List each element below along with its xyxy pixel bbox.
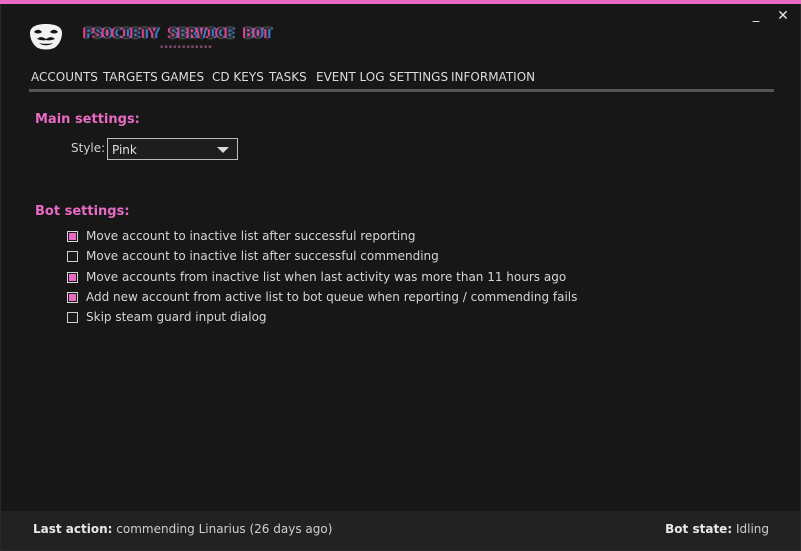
tab-settings[interactable]: SETTINGS [385, 69, 454, 92]
tab-targets[interactable]: TARGETS [103, 69, 158, 91]
tab-event-log[interactable]: EVENT LOG [316, 69, 385, 91]
tab-tasks[interactable]: TASKS [269, 69, 307, 91]
brand-title: FSOCIETY SERVICE BOT [84, 26, 273, 42]
checkbox[interactable] [67, 231, 78, 242]
option-label: Move accounts from inactive list when la… [86, 270, 567, 284]
tab-information[interactable]: INFORMATION [451, 69, 535, 91]
checkbox[interactable] [67, 292, 78, 303]
status-bar: Last action: commending Linarius (26 day… [1, 511, 800, 550]
bot-state-value: Idling [735, 522, 769, 536]
brand: FSOCIETY SERVICE BOT ▪▪▪▪▪▪▪▪▪▪▪▪ [84, 26, 273, 50]
option-label: Move account to inactive list after succ… [86, 229, 416, 243]
minimize-button[interactable]: _ [748, 9, 764, 23]
tab-accounts[interactable]: ACCOUNTS [31, 69, 98, 91]
style-select-value: Pink [112, 143, 137, 157]
option-label: Add new account from active list to bot … [86, 290, 578, 304]
last-action: Last action: commending Linarius (26 day… [33, 522, 332, 536]
close-button[interactable]: ✕ [775, 9, 791, 23]
tab-bar: ACCOUNTS TARGETS GAMES CD KEYS TASKS EVE… [29, 69, 774, 92]
mask-icon [30, 24, 62, 50]
style-select[interactable]: Pink [107, 138, 238, 160]
last-action-value: commending Linarius (26 days ago) [116, 522, 333, 536]
bot-state: Bot state: Idling [665, 522, 769, 536]
main-settings-heading: Main settings: [35, 112, 140, 127]
tab-games[interactable]: GAMES [161, 69, 204, 91]
style-label: Style: [71, 141, 106, 155]
option-label: Move account to inactive list after succ… [86, 249, 439, 263]
bot-settings-heading: Bot settings: [35, 204, 130, 219]
checkbox[interactable] [67, 312, 78, 323]
tab-divider [29, 89, 774, 92]
bot-state-label: Bot state: [665, 522, 733, 536]
chevron-down-icon [217, 147, 229, 153]
checkbox[interactable] [67, 272, 78, 283]
checkbox[interactable] [67, 251, 78, 262]
last-action-label: Last action: [33, 522, 113, 536]
brand-subtitle-decoration: ▪▪▪▪▪▪▪▪▪▪▪▪ [160, 44, 213, 50]
tab-cd-keys[interactable]: CD KEYS [212, 69, 264, 91]
option-label: Skip steam guard input dialog [86, 310, 267, 324]
